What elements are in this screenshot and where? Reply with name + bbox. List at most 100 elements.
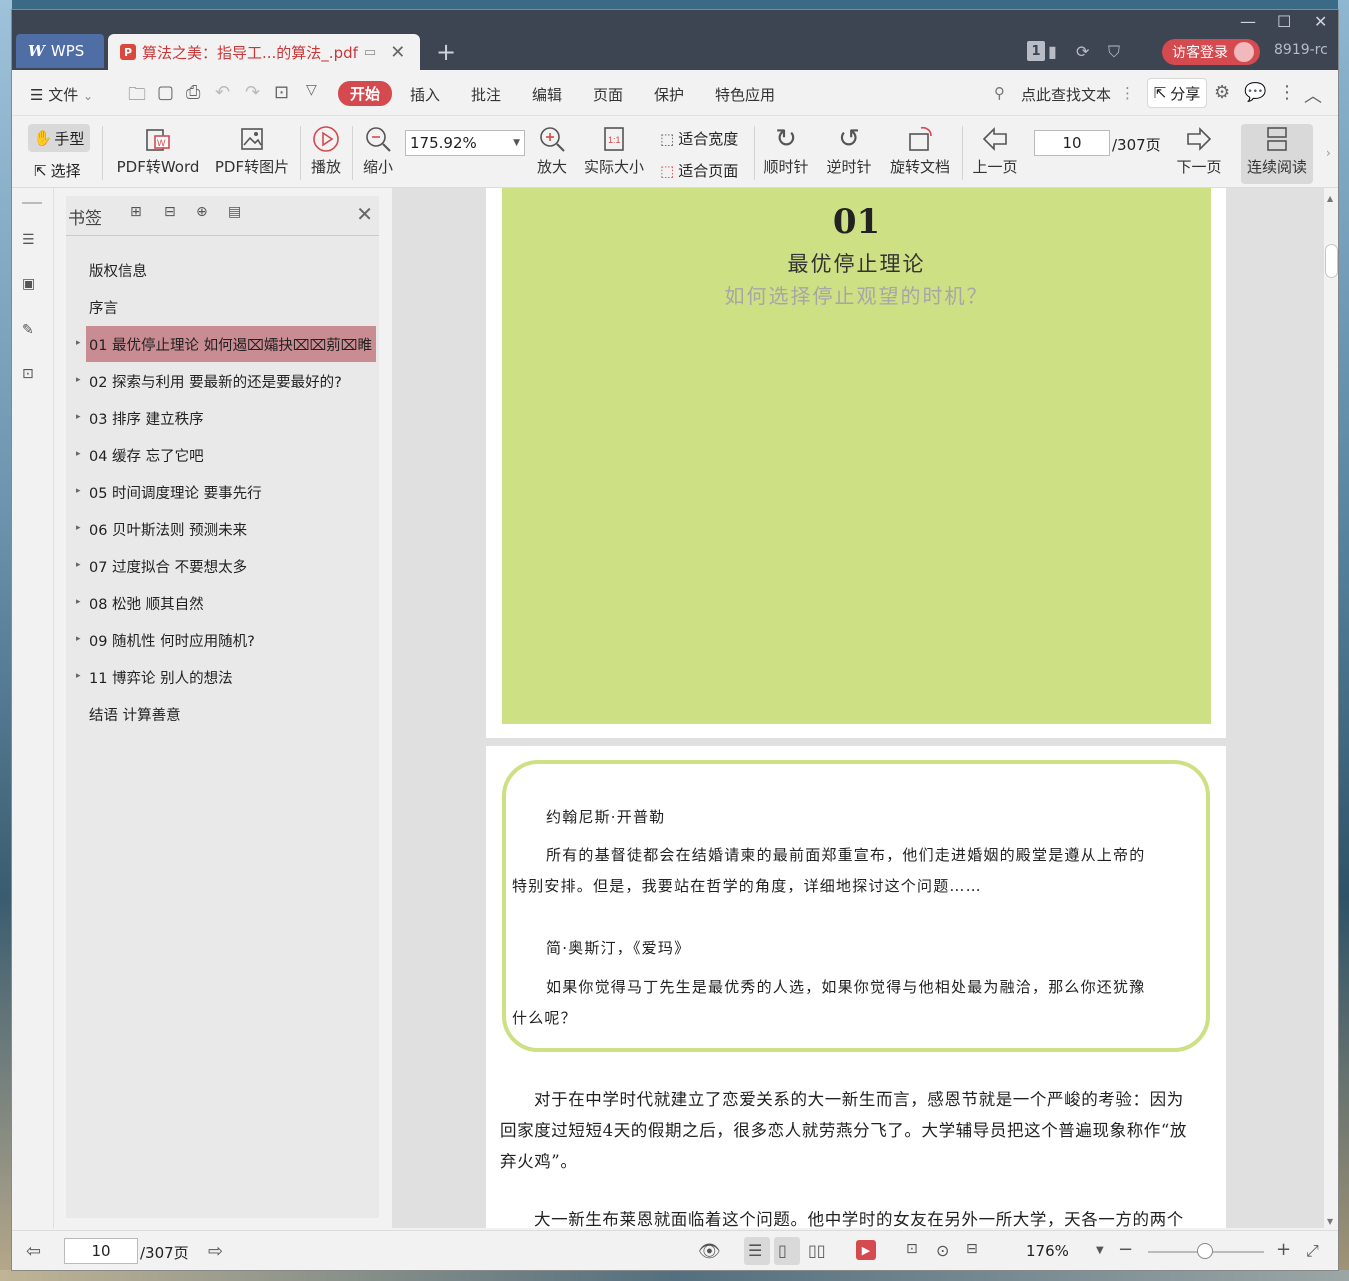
- maximize-button[interactable]: ☐: [1277, 12, 1291, 31]
- bookmark-item[interactable]: 05 时间调度理论 要事先行: [86, 474, 376, 510]
- expand-arrow-icon[interactable]: ▸: [76, 375, 81, 385]
- continuous-read-button[interactable]: 连续阅读: [1241, 122, 1313, 177]
- zoom-dropdown-icon[interactable]: ▼: [1096, 1245, 1116, 1265]
- close-tab-icon[interactable]: ✕: [390, 42, 405, 63]
- scroll-up-icon[interactable]: ▲: [1327, 194, 1333, 203]
- open-icon[interactable]: 🗀: [128, 82, 146, 112]
- minimize-button[interactable]: —: [1240, 12, 1256, 31]
- fit-page-button[interactable]: ⬚ 适合页面: [660, 160, 738, 181]
- bookmark-item[interactable]: 09 随机性 何时应用随机?: [86, 622, 376, 658]
- zoom-in-button[interactable]: 放大: [532, 122, 572, 177]
- add-bookmark-icon[interactable]: ⊕: [196, 204, 216, 224]
- expand-arrow-icon[interactable]: ▸: [76, 597, 81, 607]
- zoom-level-select[interactable]: 175.92% ▼: [405, 130, 525, 156]
- select-tool-button[interactable]: ⇱ 选择: [34, 160, 81, 181]
- pdf-to-word-button[interactable]: W PDF转Word: [114, 122, 202, 177]
- settings-gear-icon[interactable]: ⚙: [1214, 82, 1230, 103]
- thumbnail-icon[interactable]: ▣: [22, 276, 42, 296]
- pdf-to-image-button[interactable]: PDF转图片: [214, 122, 290, 177]
- expand-arrow-icon[interactable]: ▸: [76, 486, 81, 496]
- export-image-icon[interactable]: ⊡: [274, 82, 289, 103]
- fit-width-icon[interactable]: ⊟: [966, 1241, 986, 1261]
- status-page-input[interactable]: 10: [64, 1238, 138, 1264]
- document-tab[interactable]: P 算法之美：指导工...的算法_.pdf ▭ ✕: [108, 34, 420, 70]
- tab-protect[interactable]: 保护: [654, 84, 684, 105]
- bookmark-item[interactable]: 07 过度拟合 不要想太多: [86, 548, 376, 584]
- file-menu[interactable]: ☰ 文件 ⌄: [30, 84, 93, 105]
- rotate-counterclockwise-button[interactable]: ↺ 逆时针: [825, 122, 873, 177]
- sync-icon[interactable]: ⟳: [1076, 42, 1089, 61]
- scrollbar-thumb[interactable]: [1325, 244, 1338, 278]
- tab-start[interactable]: 开始: [338, 81, 393, 106]
- tabs-list-icon[interactable]: ▮: [1048, 42, 1057, 61]
- status-zoom-level[interactable]: 176%: [1026, 1242, 1069, 1260]
- play-button[interactable]: 播放: [308, 122, 344, 177]
- expand-arrow-icon[interactable]: ▸: [76, 412, 81, 422]
- eye-protection-icon[interactable]: 👁: [698, 1241, 721, 1262]
- bookmark-item[interactable]: 结语 计算善意: [86, 696, 376, 732]
- more-vertical-icon[interactable]: ⋮: [1120, 84, 1135, 102]
- annotation-icon[interactable]: ✎: [22, 322, 42, 342]
- bookmark-options-icon[interactable]: ▤: [228, 204, 248, 224]
- expand-arrow-icon[interactable]: ▸: [76, 338, 81, 348]
- zoom-out-icon[interactable]: −: [1118, 1239, 1138, 1260]
- new-tab-button[interactable]: +: [436, 38, 456, 66]
- tab-special-apps[interactable]: 特色应用: [715, 84, 775, 105]
- save-icon[interactable]: ▢: [157, 82, 174, 103]
- expand-arrow-icon[interactable]: ▸: [76, 523, 81, 533]
- rotate-clockwise-button[interactable]: ↻ 顺时针: [762, 122, 810, 177]
- expand-arrow-icon[interactable]: ▸: [76, 449, 81, 459]
- bookmark-item[interactable]: 03 排序 建立秩序: [86, 400, 376, 436]
- prev-page-icon[interactable]: ⇦: [26, 1241, 46, 1262]
- search-icon[interactable]: ⚲: [994, 84, 1005, 102]
- actual-size-button[interactable]: 1:1 实际大小: [582, 122, 646, 177]
- actual-size-icon[interactable]: ⊡: [906, 1241, 926, 1261]
- more-quick-icon[interactable]: ▽: [306, 82, 317, 98]
- visitor-login-button[interactable]: 访客登录: [1162, 39, 1260, 65]
- bookmark-item[interactable]: 06 贝叶斯法则 预测未来: [86, 511, 376, 547]
- undo-icon[interactable]: ↶: [215, 82, 230, 103]
- tab-annotate[interactable]: 批注: [471, 84, 501, 105]
- print-icon[interactable]: ⎙: [186, 82, 200, 103]
- hand-tool-button[interactable]: ✋ 手型: [28, 124, 90, 152]
- close-panel-icon[interactable]: ✕: [356, 202, 373, 226]
- tab-edit[interactable]: 编辑: [532, 84, 562, 105]
- rotate-document-button[interactable]: 旋转文档: [888, 122, 952, 177]
- fit-page-icon[interactable]: ⊙: [936, 1241, 956, 1261]
- ribbon-scroll-right-icon[interactable]: ›: [1326, 146, 1331, 160]
- zoom-slider-knob[interactable]: [1197, 1243, 1213, 1259]
- document-view[interactable]: 01 最优停止理论 如何选择停止观望的时机？ 约翰尼斯·开普勒 所有的基督徒都会…: [392, 188, 1324, 1228]
- comment-icon[interactable]: 💬: [1244, 82, 1266, 103]
- scroll-down-icon[interactable]: ▼: [1327, 1217, 1333, 1226]
- next-page-icon[interactable]: ⇨: [208, 1241, 228, 1262]
- fit-width-button[interactable]: ⬚ 适合宽度: [660, 128, 738, 149]
- expand-all-icon[interactable]: ⊞: [130, 204, 150, 224]
- bookmark-item[interactable]: 04 缓存 忘了它吧: [86, 437, 376, 473]
- vertical-scrollbar[interactable]: ▲ ▼: [1324, 188, 1338, 1228]
- bookmark-list-icon[interactable]: ☰: [22, 232, 42, 252]
- bookmark-item[interactable]: 11 博弈论 别人的想法: [86, 659, 376, 695]
- skin-icon[interactable]: ⛉: [1108, 42, 1120, 62]
- image-extract-icon[interactable]: ⊡: [22, 366, 42, 386]
- collapse-all-icon[interactable]: ⊟: [164, 204, 184, 224]
- page-number-input[interactable]: 10: [1034, 130, 1110, 156]
- close-window-button[interactable]: ✕: [1314, 12, 1327, 31]
- tab-insert[interactable]: 插入: [410, 84, 440, 105]
- find-text-input[interactable]: 点此查找文本: [1021, 84, 1111, 105]
- expand-arrow-icon[interactable]: ▸: [76, 560, 81, 570]
- expand-arrow-icon[interactable]: ▸: [76, 634, 81, 644]
- bookmark-item[interactable]: 08 松弛 顺其自然: [86, 585, 376, 621]
- next-page-button[interactable]: 下一页: [1174, 122, 1224, 177]
- redo-icon[interactable]: ↷: [245, 82, 260, 103]
- bookmark-item[interactable]: 02 探索与利用 要最新的还是要最好的?: [86, 363, 376, 399]
- expand-arrow-icon[interactable]: ▸: [76, 671, 81, 681]
- previous-page-button[interactable]: 上一页: [970, 122, 1020, 177]
- bookmark-item[interactable]: 01 最优停止理论 如何遏⌧孀抉⌧⌧莂⌧睢: [86, 326, 376, 362]
- tab-page[interactable]: 页面: [593, 84, 623, 105]
- drag-handle[interactable]: [22, 202, 42, 204]
- window-count-badge[interactable]: 1: [1027, 41, 1045, 61]
- zoom-out-button[interactable]: 缩小: [360, 122, 396, 177]
- bookmark-item[interactable]: 序言: [86, 289, 376, 325]
- bookmark-item[interactable]: 版权信息: [86, 252, 376, 288]
- more-options-icon[interactable]: ⋮: [1278, 82, 1296, 103]
